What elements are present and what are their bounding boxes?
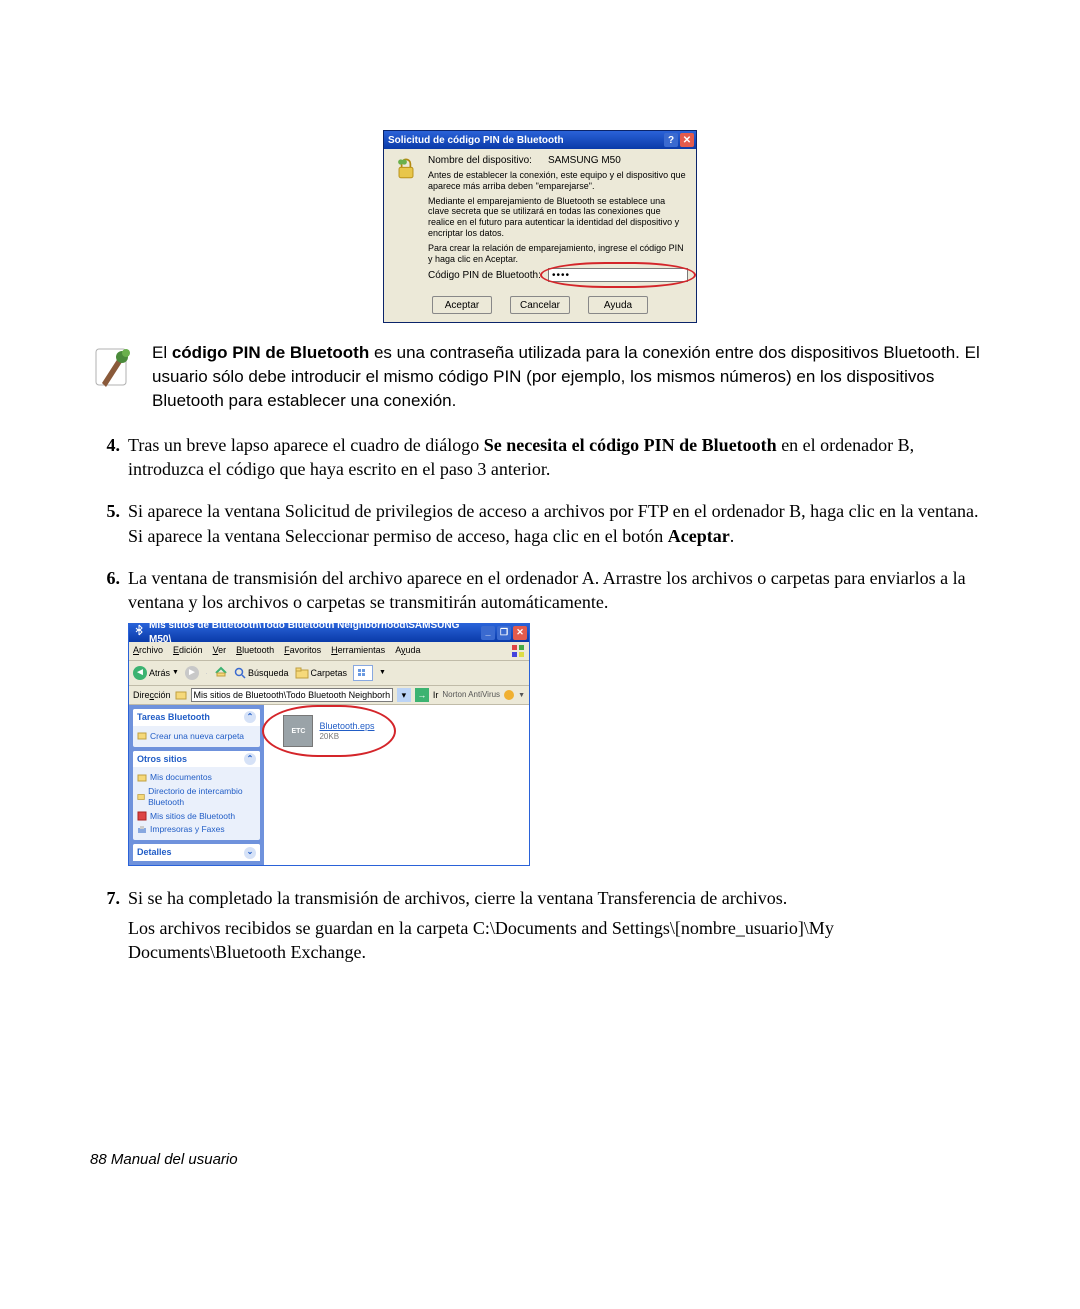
accept-button[interactable]: Aceptar bbox=[432, 296, 492, 314]
up-button[interactable] bbox=[214, 664, 228, 683]
note-icon bbox=[90, 341, 132, 391]
menu-ayuda[interactable]: Ayuda bbox=[395, 644, 420, 658]
expand-icon[interactable]: ⌄ bbox=[244, 847, 256, 859]
file-size: 20KB bbox=[319, 732, 374, 743]
steps-list: 4. Tras un breve lapso aparece el cuadro… bbox=[90, 433, 990, 971]
panel-title-details: Detalles bbox=[137, 846, 172, 858]
cancel-button[interactable]: Cancelar bbox=[510, 296, 570, 314]
bluetooth-pin-dialog: Solicitud de código PIN de Bluetooth ? ✕… bbox=[383, 130, 697, 323]
details-panel: Detalles ⌄ bbox=[133, 844, 260, 860]
address-dropdown[interactable]: ▾ bbox=[397, 688, 411, 702]
go-label: Ir bbox=[433, 689, 439, 701]
menu-archivo[interactable]: AArchivorchivo bbox=[133, 644, 163, 658]
panel-title-otros: Otros sitios bbox=[137, 753, 187, 765]
explorer-window: Mis sitios de Bluetooth\Todo Bluetooth N… bbox=[128, 623, 530, 866]
norton-antivirus[interactable]: Norton AntiVirus ▼ bbox=[442, 689, 525, 701]
explorer-content: ETC Bluetooth.eps 20KB bbox=[264, 705, 529, 864]
menu-ver[interactable]: Ver bbox=[213, 644, 227, 658]
views-button[interactable] bbox=[353, 665, 373, 681]
step-7-text-1: Si se ha completado la transmisión de ar… bbox=[128, 886, 990, 910]
sidebar-item-documents[interactable]: Mis documentos bbox=[137, 772, 256, 783]
dialog-paragraph-2: Mediante el emparejamiento de Bluetooth … bbox=[428, 196, 688, 239]
bluetooth-tasks-panel: Tareas Bluetooth ⌃ Crear una nueva carpe… bbox=[133, 709, 260, 747]
step-5-number: 5. bbox=[90, 499, 128, 554]
back-button[interactable]: ◄ Atrás ▼ bbox=[133, 666, 179, 680]
page-footer: 88 Manual del usuario bbox=[90, 1151, 990, 1168]
bluetooth-icon bbox=[133, 624, 145, 641]
lock-icon bbox=[392, 155, 420, 282]
forward-button[interactable]: ► bbox=[185, 666, 199, 680]
help-button[interactable]: ? bbox=[664, 133, 678, 147]
help-dialog-button[interactable]: Ayuda bbox=[588, 296, 648, 314]
step-6-number: 6. bbox=[90, 566, 128, 874]
pin-input[interactable] bbox=[548, 268, 688, 282]
dialog-titlebar: Solicitud de código PIN de Bluetooth ? ✕ bbox=[384, 131, 696, 149]
dialog-paragraph-3: Para crear la relación de emparejamiento… bbox=[428, 243, 688, 265]
note-text: El código PIN de Bluetooth es una contra… bbox=[152, 341, 990, 412]
explorer-titlebar: Mis sitios de Bluetooth\Todo Bluetooth N… bbox=[129, 624, 529, 642]
step-4-text: Tras un breve lapso aparece el cuadro de… bbox=[128, 433, 990, 482]
folder-icon bbox=[175, 689, 187, 701]
other-places-panel: Otros sitios ⌃ Mis documentos bbox=[133, 751, 260, 840]
sidebar-item-printers[interactable]: Impresoras y Faxes bbox=[137, 824, 256, 835]
dialog-title: Solicitud de código PIN de Bluetooth bbox=[388, 135, 564, 146]
menu-edicion[interactable]: Edición bbox=[173, 644, 203, 658]
step-5-text: Si aparece la ventana Solicitud de privi… bbox=[128, 499, 990, 548]
step-6-text: La ventana de transmisión del archivo ap… bbox=[128, 566, 990, 615]
panel-title-tasks: Tareas Bluetooth bbox=[137, 711, 210, 723]
explorer-sidebar: Tareas Bluetooth ⌃ Crear una nueva carpe… bbox=[129, 705, 264, 864]
windows-logo-icon bbox=[511, 644, 525, 658]
search-button[interactable]: Búsqueda bbox=[234, 667, 289, 679]
address-label: Dirección bbox=[133, 689, 171, 701]
folders-button[interactable]: Carpetas bbox=[295, 667, 348, 679]
step-4-number: 4. bbox=[90, 433, 128, 488]
dialog-paragraph-1: Antes de establecer la conexión, este eq… bbox=[428, 170, 688, 192]
menu-herramientas[interactable]: Herramientas bbox=[331, 644, 385, 658]
close-window-button[interactable]: ✕ bbox=[513, 626, 527, 640]
sidebar-item-new-folder[interactable]: Crear una nueva carpeta bbox=[137, 731, 256, 742]
go-button[interactable]: → bbox=[415, 688, 429, 702]
device-name-label: Nombre del dispositivo: bbox=[428, 155, 548, 166]
file-name: Bluetooth.eps bbox=[319, 720, 374, 732]
file-thumbnail: ETC bbox=[283, 715, 313, 747]
step-7-number: 7. bbox=[90, 886, 128, 971]
step-7-text-2: Los archivos recibidos se guardan en la … bbox=[128, 916, 990, 965]
collapse-icon[interactable]: ⌃ bbox=[244, 711, 256, 723]
collapse-icon[interactable]: ⌃ bbox=[244, 753, 256, 765]
sidebar-item-bt-places[interactable]: Mis sitios de Bluetooth bbox=[137, 811, 256, 822]
file-item[interactable]: ETC Bluetooth.eps 20KB bbox=[274, 715, 384, 747]
menu-bluetooth[interactable]: Bluetooth bbox=[236, 644, 274, 658]
device-name-value: SAMSUNG M50 bbox=[548, 155, 688, 166]
menu-favoritos[interactable]: Favoritos bbox=[284, 644, 321, 658]
pin-label: Código PIN de Bluetooth: bbox=[428, 270, 548, 281]
minimize-button[interactable]: _ bbox=[481, 626, 495, 640]
info-note-block: El código PIN de Bluetooth es una contra… bbox=[90, 341, 990, 412]
maximize-button[interactable]: ❐ bbox=[497, 626, 511, 640]
explorer-toolbar: ◄ Atrás ▼ ► · Búsqueda bbox=[129, 661, 529, 687]
explorer-title: Mis sitios de Bluetooth\Todo Bluetooth N… bbox=[149, 619, 481, 646]
sidebar-item-bt-exchange[interactable]: Directorio de intercambio Bluetooth bbox=[137, 786, 256, 809]
close-button[interactable]: ✕ bbox=[680, 133, 694, 147]
explorer-addressbar: Dirección ▾ → Ir Norton AntiVirus ▼ bbox=[129, 686, 529, 705]
address-input[interactable] bbox=[191, 688, 393, 702]
